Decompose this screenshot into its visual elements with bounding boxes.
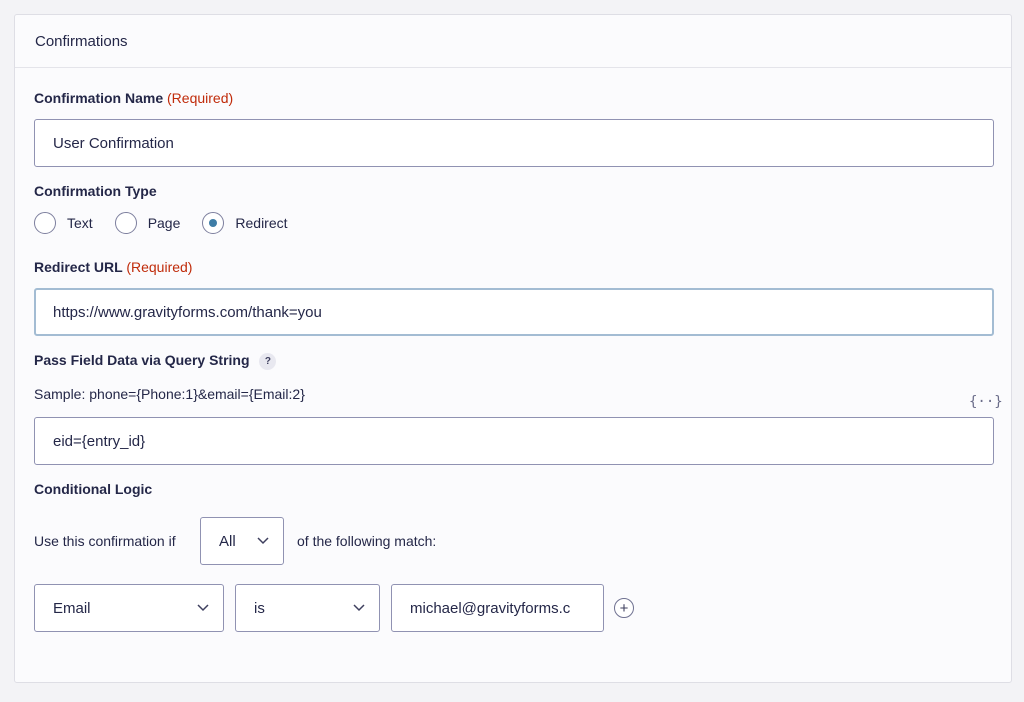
chevron-down-icon: [197, 604, 209, 612]
rule-field-select[interactable]: Email: [34, 584, 224, 632]
query-string-label: Pass Field Data via Query String ?: [34, 352, 277, 370]
match-type-value: All: [219, 532, 236, 550]
conditional-logic-sentence: Use this confirmation if: [34, 516, 176, 566]
confirmation-type-label: Confirmation Type: [34, 183, 157, 199]
radio-page[interactable]: Page: [114, 212, 181, 234]
merge-tag-icon[interactable]: {··}: [969, 394, 1003, 410]
query-string-input[interactable]: eid={entry_id}: [34, 417, 994, 465]
confirmation-name-input[interactable]: User Confirmation: [34, 119, 994, 167]
radio-redirect[interactable]: Redirect: [202, 212, 288, 234]
required-indicator: (Required): [126, 259, 193, 275]
chevron-down-icon: [257, 537, 269, 545]
radio-redirect-circle[interactable]: [202, 212, 225, 234]
redirect-url-label: Redirect URL (Required): [34, 259, 192, 275]
required-indicator: (Required): [167, 90, 234, 106]
radio-redirect-label: Redirect: [235, 215, 288, 231]
rule-operator-value: is: [254, 599, 265, 617]
radio-text[interactable]: Text: [34, 212, 93, 234]
rule-value-input[interactable]: michael@gravityforms.c: [391, 584, 604, 632]
confirmation-type-radio-group: Text Page Redirect: [34, 212, 310, 234]
conditional-prefix: Use this confirmation if: [34, 533, 176, 549]
radio-page-label: Page: [147, 215, 181, 231]
help-icon[interactable]: ?: [259, 352, 277, 370]
rule-operator-select[interactable]: is: [235, 584, 380, 632]
conditional-suffix-wrap: of the following match:: [297, 516, 436, 566]
query-string-value: eid={entry_id}: [53, 432, 146, 450]
query-string-sample: Sample: phone={Phone:1}&email={Email:2}: [34, 386, 305, 402]
radio-text-label: Text: [67, 215, 93, 231]
radio-text-circle[interactable]: [34, 212, 56, 234]
rule-value-text: michael@gravityforms.c: [410, 599, 571, 617]
confirmation-name-value: User Confirmation: [53, 134, 174, 152]
confirmation-name-label: Confirmation Name (Required): [34, 90, 233, 106]
chevron-down-icon: [353, 604, 365, 612]
conditional-suffix: of the following match:: [297, 533, 437, 549]
rule-field-value: Email: [53, 599, 91, 617]
query-string-label-text: Pass Field Data via Query String: [34, 352, 250, 368]
redirect-url-input[interactable]: https://www.gravityforms.com/thank=you: [34, 288, 994, 336]
conditional-logic-label: Conditional Logic: [34, 481, 153, 497]
radio-page-circle[interactable]: [114, 212, 137, 234]
confirmation-name-label-text: Confirmation Name: [34, 90, 164, 106]
add-rule-icon[interactable]: +: [614, 598, 634, 618]
panel-title: Confirmations: [15, 15, 1011, 68]
confirmation-panel: Confirmations Confirmation Name (Require…: [14, 14, 1012, 683]
redirect-url-label-text: Redirect URL: [34, 259, 123, 275]
match-type-select[interactable]: All: [200, 517, 284, 565]
redirect-url-value: https://www.gravityforms.com/thank=you: [53, 303, 322, 321]
